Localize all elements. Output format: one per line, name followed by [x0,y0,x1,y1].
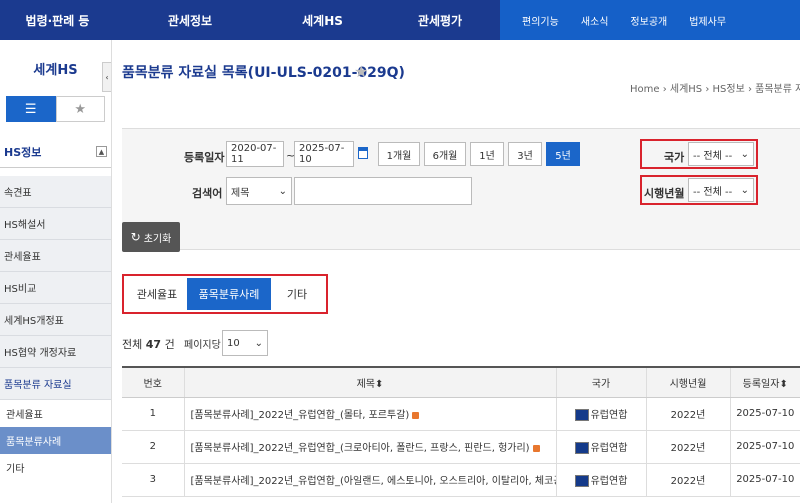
total-count: 전체 47 건 [122,338,175,351]
table-row[interactable]: 3 [품목분류사례]_2022년_유럽연합_(아일랜드, 에스토니아, 오스트리… [122,463,800,497]
sidebar-favorites-tab[interactable]: ★ [55,96,105,122]
col-title[interactable]: 제목⬍ [183,366,556,398]
sidebar: 세계HS ‹ ☰ ★ HS정보 ▲ 속견표 HS해설서 관세율표 HS비교 세계… [0,40,112,503]
date-to-input[interactable]: 2025-07-10 [294,141,354,167]
period-5year-button[interactable]: 5년 [546,142,580,166]
eu-flag-icon [574,475,589,487]
table-row[interactable]: 2 [품목분류사례]_2022년_유럽연합_(크로아티아, 폴란드, 프랑스, … [122,430,800,464]
period-1month-button[interactable]: 1개월 [378,142,420,166]
star-icon: ★ [74,101,87,117]
period-6month-button[interactable]: 6개월 [424,142,466,166]
sidebar-section-hs-info[interactable]: HS정보 ▲ [0,136,111,168]
row-effective: 2022년 [645,430,730,464]
sort-icon[interactable]: ⬍ [375,379,383,390]
row-date: 2025-07-10 [729,397,800,431]
sidebar-tabs: ☰ ★ [0,96,111,122]
nav-laws[interactable]: 법령·판례 등 [0,0,115,40]
row-effective: 2022년 [645,463,730,497]
date-from-input[interactable]: 2020-07-11 [226,141,284,167]
per-page-select[interactable]: 10 ⌄ [222,330,268,356]
row-date: 2025-07-10 [729,430,800,464]
nav-valuation[interactable]: 관세평가 [380,0,500,40]
total-number: 47 [145,338,162,351]
chevron-down-icon: ⌄ [278,185,287,197]
results-table: 번호 제목⬍ 국가 시행년월 등록일자⬍ 1 [품목분류사례]_2022년_유럽… [122,366,800,497]
util-disclosure[interactable]: 정보공개 [630,13,667,28]
keyword-input[interactable] [294,177,472,205]
sidebar-menu-tab[interactable]: ☰ [6,96,56,122]
sidebar-item-hs-convention[interactable]: HS협약 개정자료 [0,336,111,368]
period-1year-button[interactable]: 1년 [470,142,504,166]
tab-classification-cases[interactable]: 품목분류사례 [187,278,271,310]
util-news[interactable]: 새소식 [581,13,609,28]
row-date: 2025-07-10 [729,463,800,497]
sidebar-item-world-hs-revision[interactable]: 세계HS개정표 [0,304,111,336]
category-tabs: 관세율표 품목분류사례 기타 [122,274,328,314]
util-convenience[interactable]: 편의기능 [522,13,559,28]
sidebar-item-hs-explanatory[interactable]: HS해설서 [0,208,111,240]
sidebar-subitem-tariff[interactable]: 관세율표 [0,400,111,427]
nav-world-hs[interactable]: 세계HS [265,0,380,40]
attachment-icon [412,411,420,419]
col-country: 국가 [555,366,646,398]
row-effective: 2022년 [645,397,730,431]
row-title[interactable]: [품목분류사례]_2022년_유럽연합_(몰타, 포르투갈) [183,397,556,431]
list-icon: ☰ [24,101,37,117]
per-page-label: 페이지당 [184,340,221,351]
sidebar-item-classification-library[interactable]: 품목분류 자료실 [0,368,111,400]
row-country: 유럽연합 [555,463,646,497]
chevron-down-icon: ⌄ [254,337,263,349]
row-country: 유럽연합 [555,430,646,464]
keyword-label: 검색어 [192,187,223,200]
table-row[interactable]: 1 [품목분류사례]_2022년_유럽연합_(몰타, 포르투갈) 유럽연합 20… [122,397,800,431]
row-title[interactable]: [품목분류사례]_2022년_유럽연합_(크로아티아, 폴란드, 프랑스, 핀란… [183,430,556,464]
effective-label: 시행년월 [644,187,685,200]
row-number: 1 [122,397,184,431]
period-3year-button[interactable]: 3년 [508,142,542,166]
sidebar-subitem-other[interactable]: 기타 [0,454,111,481]
sort-icon[interactable]: ⬍ [779,379,787,390]
sidebar-subitem-cases[interactable]: 품목분류사례 [0,427,111,454]
collapse-icon[interactable]: ▲ [96,146,107,157]
col-date[interactable]: 등록일자⬍ [729,366,800,398]
util-legislation[interactable]: 법제사무 [689,13,726,28]
favorite-star-icon[interactable]: ★ [354,62,368,81]
country-label: 국가 [664,151,685,164]
sidebar-item-tariff-schedule[interactable]: 관세율표 [0,240,111,272]
tab-other[interactable]: 기타 [271,278,323,310]
effective-select[interactable]: -- 전체 -- ⌄ [688,178,754,202]
reset-button[interactable]: ↻ 초기화 [122,222,180,252]
col-effective: 시행년월 [645,366,730,398]
main-content: 품목분류 자료실 목록(UI-ULS-0201-029Q) ★ Home › 세… [112,40,800,503]
sidebar-collapse-button[interactable]: ‹ [102,62,111,92]
top-nav: 법령·판례 등 관세정보 세계HS 관세평가 편의기능 새소식 정보공개 법제사… [0,0,800,40]
chevron-down-icon: ⌄ [740,184,749,196]
row-country: 유럽연합 [555,397,646,431]
search-panel: 등록일자 2020-07-11 ~ 2025-07-10 1개월 6개월 1년 … [122,128,800,250]
row-number: 3 [122,463,184,497]
chevron-down-icon: ⌄ [740,148,749,160]
sidebar-item-hs-compare[interactable]: HS비교 [0,272,111,304]
col-number: 번호 [122,366,184,398]
sidebar-item-quick-table[interactable]: 속견표 [0,176,111,208]
nav-customs-info[interactable]: 관세정보 [115,0,265,40]
reg-date-label: 등록일자 [184,151,225,164]
eu-flag-icon [574,409,589,421]
tab-tariff[interactable]: 관세율표 [127,278,187,310]
breadcrumb: Home › 세계HS › HS정보 › 품목분류 자료실 [630,84,800,95]
row-number: 2 [122,430,184,464]
country-select[interactable]: -- 전체 -- ⌄ [688,142,754,166]
calendar-icon[interactable] [358,147,368,159]
row-title[interactable]: [품목분류사례]_2022년_유럽연합_(아일랜드, 에스토니아, 오스트리아,… [183,463,556,497]
refresh-icon: ↻ [130,230,141,244]
keyword-type-select[interactable]: 제목 ⌄ [226,177,292,205]
eu-flag-icon [574,442,589,454]
util-nav: 편의기능 새소식 정보공개 법제사무 [500,0,800,40]
sidebar-title: 세계HS ‹ [0,40,111,96]
attachment-icon [532,444,540,452]
